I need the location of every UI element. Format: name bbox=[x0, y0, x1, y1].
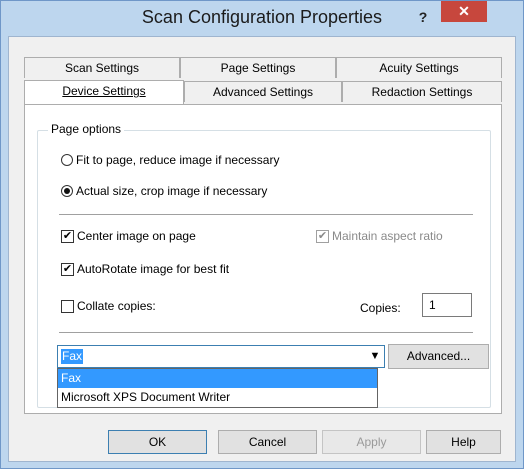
printer-select[interactable]: Fax ▼ bbox=[57, 345, 385, 368]
cancel-button-label: Cancel bbox=[248, 435, 287, 449]
chevron-down-icon[interactable]: ▼ bbox=[366, 346, 384, 367]
maintain-aspect-label: Maintain aspect ratio bbox=[332, 229, 443, 243]
apply-button-label: Apply bbox=[356, 435, 387, 449]
copies-label: Copies: bbox=[360, 301, 401, 315]
radio-selected-icon bbox=[61, 185, 73, 197]
fit-to-page-label: Fit to page, reduce image if necessary bbox=[76, 153, 280, 167]
help-button-label: Help bbox=[451, 435, 476, 449]
ok-button[interactable]: OK bbox=[108, 430, 207, 454]
apply-button: Apply bbox=[322, 430, 421, 454]
center-image-label: Center image on page bbox=[77, 229, 196, 243]
tab-acuity-settings[interactable]: Acuity Settings bbox=[336, 57, 502, 78]
close-icon: ✕ bbox=[458, 3, 470, 19]
center-image-checkbox[interactable]: ✔ Center image on page bbox=[61, 229, 196, 243]
tab-label: Scan Settings bbox=[64, 61, 140, 75]
tab-advanced-settings[interactable]: Advanced Settings bbox=[184, 81, 342, 102]
radio-unselected-icon bbox=[61, 154, 73, 166]
printer-dropdown-list: Fax Microsoft XPS Document Writer bbox=[57, 368, 378, 408]
collate-copies-label: Collate copies: bbox=[77, 299, 156, 313]
help-button[interactable]: ? bbox=[411, 6, 435, 28]
printer-select-value: Fax bbox=[61, 349, 84, 364]
tab-label: Device Settings bbox=[62, 84, 146, 98]
copies-label-row: Copies: bbox=[360, 301, 401, 315]
title-bar[interactable]: Scan Configuration Properties ? ✕ bbox=[1, 1, 523, 37]
maintain-aspect-checkbox: ✔ Maintain aspect ratio bbox=[316, 229, 443, 243]
tab-redaction-settings[interactable]: Redaction Settings bbox=[342, 81, 502, 102]
actual-size-label: Actual size, crop image if necessary bbox=[76, 184, 268, 198]
copies-value: 1 bbox=[429, 298, 436, 312]
tab-page-settings[interactable]: Page Settings bbox=[180, 57, 336, 78]
checkbox-checked-icon: ✔ bbox=[61, 229, 74, 243]
tab-label: Acuity Settings bbox=[379, 61, 459, 75]
actual-size-radio[interactable]: Actual size, crop image if necessary bbox=[61, 184, 267, 198]
printer-option-xps[interactable]: Microsoft XPS Document Writer bbox=[58, 388, 377, 407]
close-button[interactable]: ✕ bbox=[441, 1, 487, 22]
copies-input[interactable]: 1 bbox=[422, 293, 472, 317]
tab-label: Page Settings bbox=[220, 61, 296, 75]
tab-device-settings[interactable]: Device Settings bbox=[24, 80, 184, 104]
tab-label: Advanced Settings bbox=[212, 85, 314, 99]
checkbox-checked-disabled-icon: ✔ bbox=[316, 229, 329, 243]
checkbox-unchecked-icon bbox=[61, 299, 74, 313]
collate-copies-checkbox[interactable]: Collate copies: bbox=[61, 299, 156, 313]
autorotate-label: AutoRotate image for best fit bbox=[77, 262, 230, 276]
divider bbox=[59, 214, 473, 215]
tab-scan-settings[interactable]: Scan Settings bbox=[24, 57, 180, 78]
printer-option-fax[interactable]: Fax bbox=[58, 369, 377, 388]
fit-to-page-radio[interactable]: Fit to page, reduce image if necessary bbox=[61, 153, 279, 167]
ok-button-label: OK bbox=[148, 435, 167, 449]
cancel-button[interactable]: Cancel bbox=[218, 430, 317, 454]
advanced-button-label: Advanced... bbox=[406, 349, 471, 363]
divider bbox=[59, 332, 473, 333]
help-dialog-button[interactable]: Help bbox=[426, 430, 501, 454]
page-options-legend: Page options bbox=[48, 122, 125, 136]
advanced-button[interactable]: Advanced... bbox=[388, 344, 489, 369]
autorotate-checkbox[interactable]: ✔ AutoRotate image for best fit bbox=[61, 262, 229, 276]
checkbox-checked-icon: ✔ bbox=[61, 262, 74, 276]
tab-label: Redaction Settings bbox=[371, 85, 473, 99]
